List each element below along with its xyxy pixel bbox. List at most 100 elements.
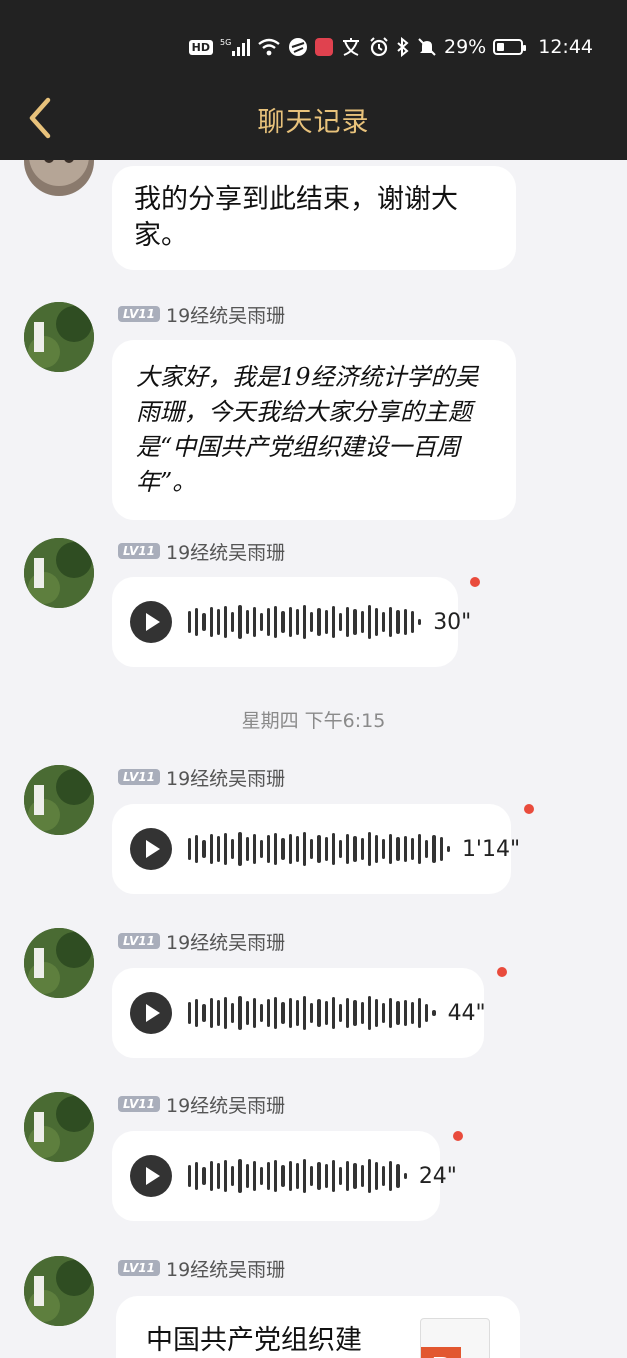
waveform-bar [418,834,422,864]
play-icon[interactable] [130,601,172,643]
waveform-bar [346,998,350,1028]
waveform-bar [367,832,371,866]
sender-name: LV11 19经统吴雨珊 [118,1257,285,1281]
waveform-bar [303,1159,307,1193]
waveform-bar [374,999,379,1027]
waveform-bar [202,840,206,858]
waveform-bar [367,605,371,639]
voice-message[interactable]: 24" [112,1131,457,1221]
waveform-bar [231,1003,235,1023]
waveform-bar [410,611,414,633]
waveform-bar [317,608,321,636]
message-bubble[interactable]: 我的分享到此结束，谢谢大家。 [112,166,516,270]
waveform-bar [216,1000,220,1026]
signal-icon: 5G [220,37,250,57]
waveform-bar [295,1163,299,1189]
waveform-bar [367,1159,371,1193]
waveform-bar [432,1010,436,1016]
unread-dot [470,577,480,587]
waveform-bar [188,1002,192,1024]
waveform-bar [403,1173,407,1179]
waveform-bar [324,1001,328,1025]
waveform-bar [324,837,328,861]
waveform-bar [202,1167,206,1185]
waveform [188,832,450,866]
waveform-bar [216,609,220,635]
waveform-bar [195,999,199,1027]
vpn-icon [288,37,308,57]
waveform-bar [432,835,436,863]
waveform-bar [231,612,235,632]
status-bar: HD 5G 29% 12:44 [0,0,627,92]
level-badge: LV11 [118,1260,160,1276]
waveform-bar [238,1159,242,1193]
level-badge: LV11 [118,769,160,785]
waveform-bar [238,832,242,866]
waveform-bar [295,1000,299,1026]
unread-dot [453,1131,463,1141]
waveform-bar [209,1161,213,1191]
waveform-bar [223,833,228,865]
waveform [188,605,422,639]
waveform-bar [238,605,242,639]
waveform-bar [374,608,379,636]
waveform-bar [389,607,393,637]
waveform-bar [288,607,292,637]
waveform-bar [281,1165,285,1187]
waveform-bar [382,839,386,859]
bluetooth-icon [396,37,410,57]
file-message[interactable]: 中国共产党组织建 P [116,1296,520,1358]
chat-history[interactable]: 我的分享到此结束，谢谢大家。 LV11 19经统吴雨珊 大家好，我是19经济统计… [0,160,627,1358]
voice-duration: 30" [433,609,472,635]
voice-message[interactable]: 44" [112,968,486,1058]
avatar[interactable] [24,160,94,196]
voice-message[interactable]: 1'14" [112,804,520,894]
level-badge: LV11 [118,1096,160,1112]
play-icon[interactable] [130,828,172,870]
sender-name-text: 19经统吴雨珊 [165,1094,286,1117]
waveform-bar [303,996,307,1030]
waveform-bar [188,838,192,860]
avatar[interactable] [24,1092,94,1162]
waveform-bar [288,998,292,1028]
voice-duration: 44" [447,1000,486,1026]
message-bubble[interactable]: 大家好，我是19经济统计学的吴雨珊，今天我给大家分享的主题是“中国共产党组织建设… [112,340,516,520]
waveform-bar [346,834,350,864]
page-title: 聊天记录 [257,107,370,138]
waveform-bar [274,1160,278,1192]
waveform-bar [267,1162,271,1190]
waveform-bar [303,832,307,866]
avatar[interactable] [24,765,94,835]
waveform-bar [310,839,314,859]
clock: 12:44 [538,36,593,58]
waveform-bar [245,837,249,861]
sender-name-text: 19经统吴雨珊 [165,541,286,564]
battery-percent: 29% [444,36,487,58]
avatar[interactable] [24,538,94,608]
ppt-icon: P [420,1318,490,1358]
play-icon[interactable] [130,1155,172,1197]
avatar[interactable] [24,928,94,998]
avatar[interactable] [24,302,94,372]
waveform-bar [439,837,443,861]
waveform-bar [295,836,299,862]
play-icon[interactable] [130,992,172,1034]
waveform-bar [353,836,357,862]
waveform-bar [396,837,400,861]
avatar[interactable] [24,1256,94,1326]
waveform-bar [346,607,350,637]
waveform-bar [353,609,357,635]
sender-name: LV11 19经统吴雨珊 [118,930,285,954]
waveform-bar [360,611,364,633]
waveform-bar [274,997,278,1029]
waveform-bar [346,1161,350,1191]
waveform-bar [360,1002,364,1024]
waveform-bar [396,1164,400,1188]
waveform-bar [252,1161,256,1191]
waveform-bar [209,607,213,637]
waveform-bar [245,610,249,634]
waveform-bar [446,846,450,852]
waveform-bar [281,838,285,860]
voice-message[interactable]: 30" [112,577,471,667]
wifi-icon [257,38,281,56]
